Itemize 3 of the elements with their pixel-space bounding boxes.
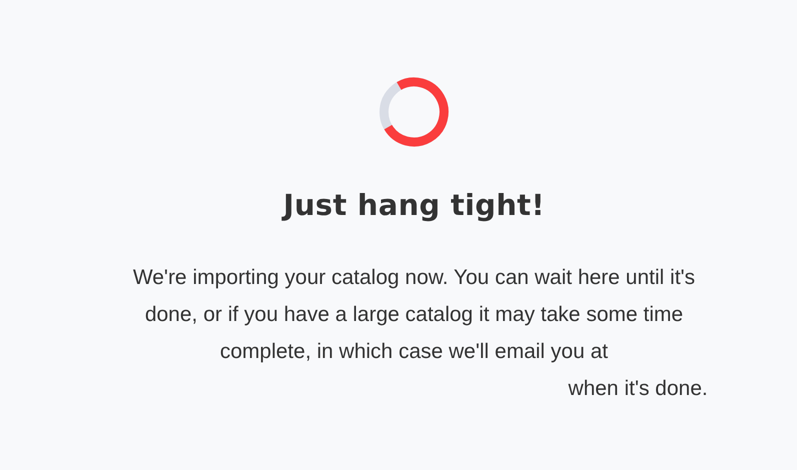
heading: Just hang tight! (283, 187, 545, 224)
message-text: We're importing your catalog now. You can wait here until it's done, or if you have a large catalog it may take some time complete, in which case we'll email you at when it's done. (132, 265, 708, 402)
spinner-icon (379, 77, 449, 147)
